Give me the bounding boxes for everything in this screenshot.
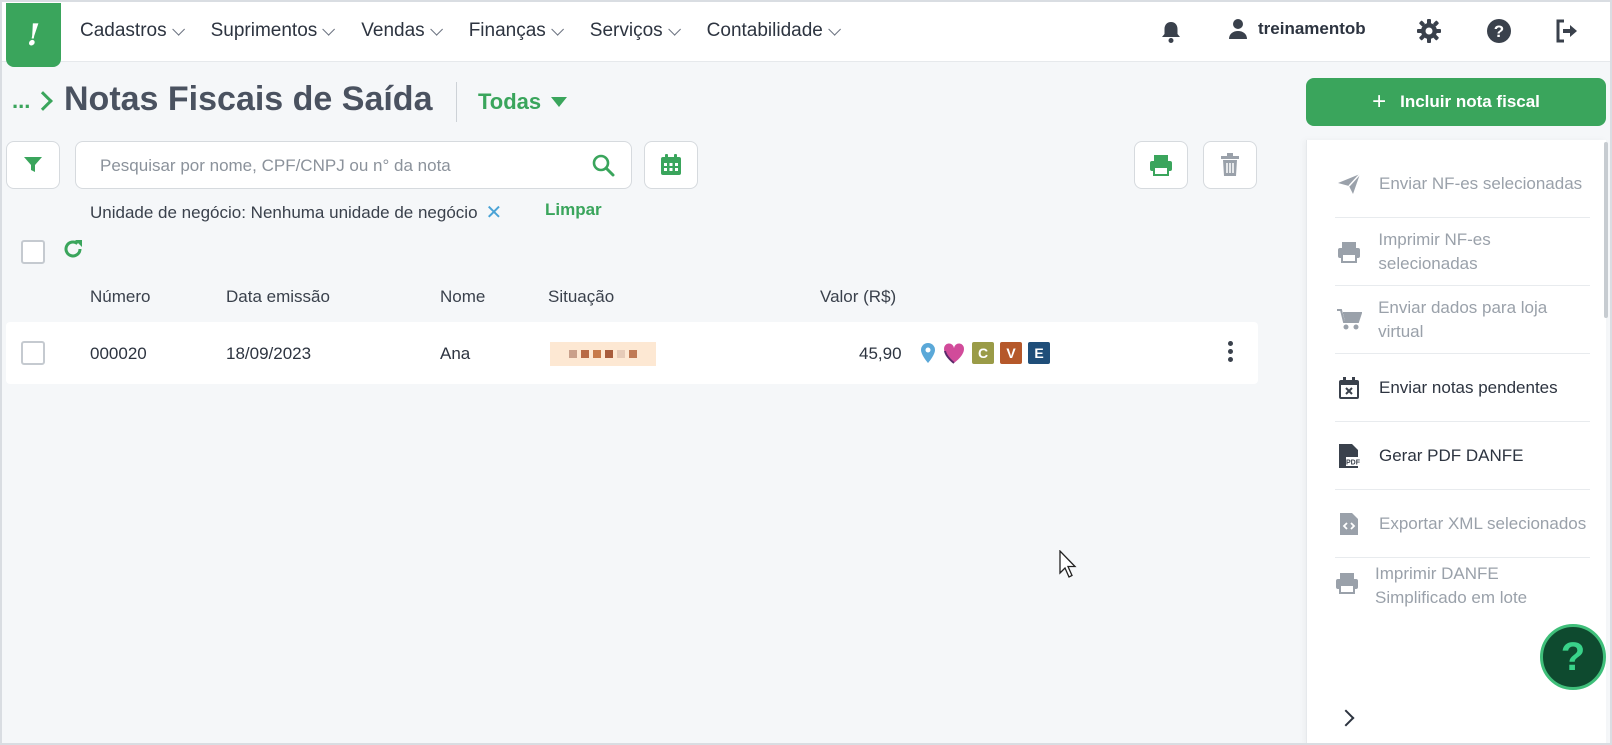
calendar-icon [661, 154, 681, 175]
svg-text:PDF: PDF [1346, 459, 1360, 466]
badge-c[interactable]: C [972, 342, 994, 364]
code-file-icon [1335, 512, 1363, 536]
user-icon [1229, 19, 1247, 39]
remove-filter-icon[interactable]: ✕ [486, 200, 503, 225]
badge-e[interactable]: E [1028, 342, 1050, 364]
help-fab-button[interactable]: ? [1540, 624, 1606, 690]
chevron-down-icon [171, 22, 185, 36]
plus-icon: + [1372, 88, 1387, 115]
clear-filters-link[interactable]: Limpar [545, 200, 602, 220]
page-title: Notas Fiscais de Saída [64, 80, 433, 118]
printer-icon [1150, 155, 1172, 176]
cart-icon [1335, 308, 1362, 331]
column-data-emissao[interactable]: Data emissão [226, 287, 330, 307]
filter-button[interactable] [6, 141, 60, 189]
pdf-icon: PDF [1335, 443, 1363, 469]
send-icon [1335, 172, 1363, 195]
active-filter-chip: Unidade de negócio: Nenhuma unidade de n… [90, 200, 503, 225]
row-badges: C V E [920, 342, 1050, 364]
add-invoice-button[interactable]: + Incluir nota fiscal [1306, 78, 1606, 126]
status-filter-dropdown[interactable]: Todas [478, 89, 568, 115]
status-badge [550, 342, 656, 366]
help-circle-icon[interactable]: ? [1486, 18, 1512, 49]
column-valor[interactable]: Valor (R$) [820, 287, 896, 307]
row-numero: 000020 [90, 344, 147, 363]
printer-icon [1335, 572, 1359, 594]
column-nome[interactable]: Nome [440, 287, 485, 307]
row-valor: 45,90 [859, 344, 902, 363]
chevron-down-icon [667, 22, 681, 36]
chevron-down-icon [828, 22, 841, 36]
app-logo[interactable]: ! [6, 3, 61, 67]
action-send-online-store[interactable]: Enviar dados para loja virtual [1335, 286, 1590, 354]
nav-cadastros[interactable]: Cadastros [80, 20, 185, 42]
date-filter-button[interactable] [644, 141, 698, 189]
chevron-down-icon [322, 22, 336, 36]
refresh-icon[interactable] [62, 238, 84, 265]
user-menu[interactable]: treinamentob [1228, 18, 1366, 40]
logout-icon[interactable] [1554, 18, 1580, 49]
chevron-down-icon [429, 22, 443, 36]
mouse-cursor-icon [1059, 549, 1079, 583]
top-bar: ! Cadastros Suprimentos Vendas Finanças … [0, 0, 1612, 67]
badge-v[interactable]: V [1000, 342, 1022, 364]
nav-contabilidade[interactable]: Contabilidade [707, 20, 841, 42]
action-print-nfes[interactable]: Imprimir NF-es selecionadas [1335, 218, 1590, 286]
gear-icon[interactable] [1416, 18, 1442, 49]
row-nome: Ana [440, 344, 471, 363]
nav-servicos[interactable]: Serviços [590, 20, 681, 42]
chevron-down-icon [551, 22, 564, 36]
row-data: 18/09/2023 [226, 344, 312, 363]
heart-icon[interactable] [942, 342, 966, 364]
filter-icon [24, 157, 42, 172]
column-situacao[interactable]: Situação [548, 287, 614, 307]
panel-scrollbar[interactable] [1604, 142, 1608, 318]
action-print-danfe-batch[interactable]: Imprimir DANFE Simplificado em lote [1335, 558, 1590, 608]
nav-financas[interactable]: Finanças [469, 20, 564, 42]
caret-down-icon [551, 97, 568, 107]
nav-vendas[interactable]: Vendas [361, 20, 443, 42]
printer-icon [1335, 241, 1362, 263]
title-divider [456, 82, 457, 122]
search-icon[interactable] [591, 153, 615, 182]
row-menu-icon[interactable] [1228, 341, 1233, 362]
location-pin-icon[interactable] [920, 342, 936, 364]
svg-text:?: ? [1494, 22, 1504, 41]
action-export-xml[interactable]: Exportar XML selecionados [1335, 490, 1590, 558]
chevron-right-icon [33, 91, 54, 111]
delete-button[interactable] [1203, 141, 1257, 189]
trash-icon [1221, 153, 1239, 176]
action-send-nfes[interactable]: Enviar NF-es selecionadas [1335, 150, 1590, 218]
username: treinamentob [1258, 19, 1366, 38]
calendar-x-icon [1335, 376, 1363, 400]
search-input[interactable] [100, 154, 570, 178]
select-all-checkbox[interactable] [21, 240, 45, 264]
breadcrumb[interactable]: ... [12, 88, 54, 114]
print-button[interactable] [1134, 141, 1188, 189]
column-numero[interactable]: Número [90, 287, 150, 307]
main-nav: Cadastros Suprimentos Vendas Finanças Se… [80, 0, 867, 62]
action-generate-pdf-danfe[interactable]: PDF Gerar PDF DANFE [1335, 422, 1590, 490]
bell-icon[interactable] [1160, 20, 1182, 49]
action-send-pending[interactable]: Enviar notas pendentes [1335, 354, 1590, 422]
nav-suprimentos[interactable]: Suprimentos [211, 20, 336, 42]
search-box [75, 141, 632, 189]
row-checkbox[interactable] [21, 341, 45, 365]
